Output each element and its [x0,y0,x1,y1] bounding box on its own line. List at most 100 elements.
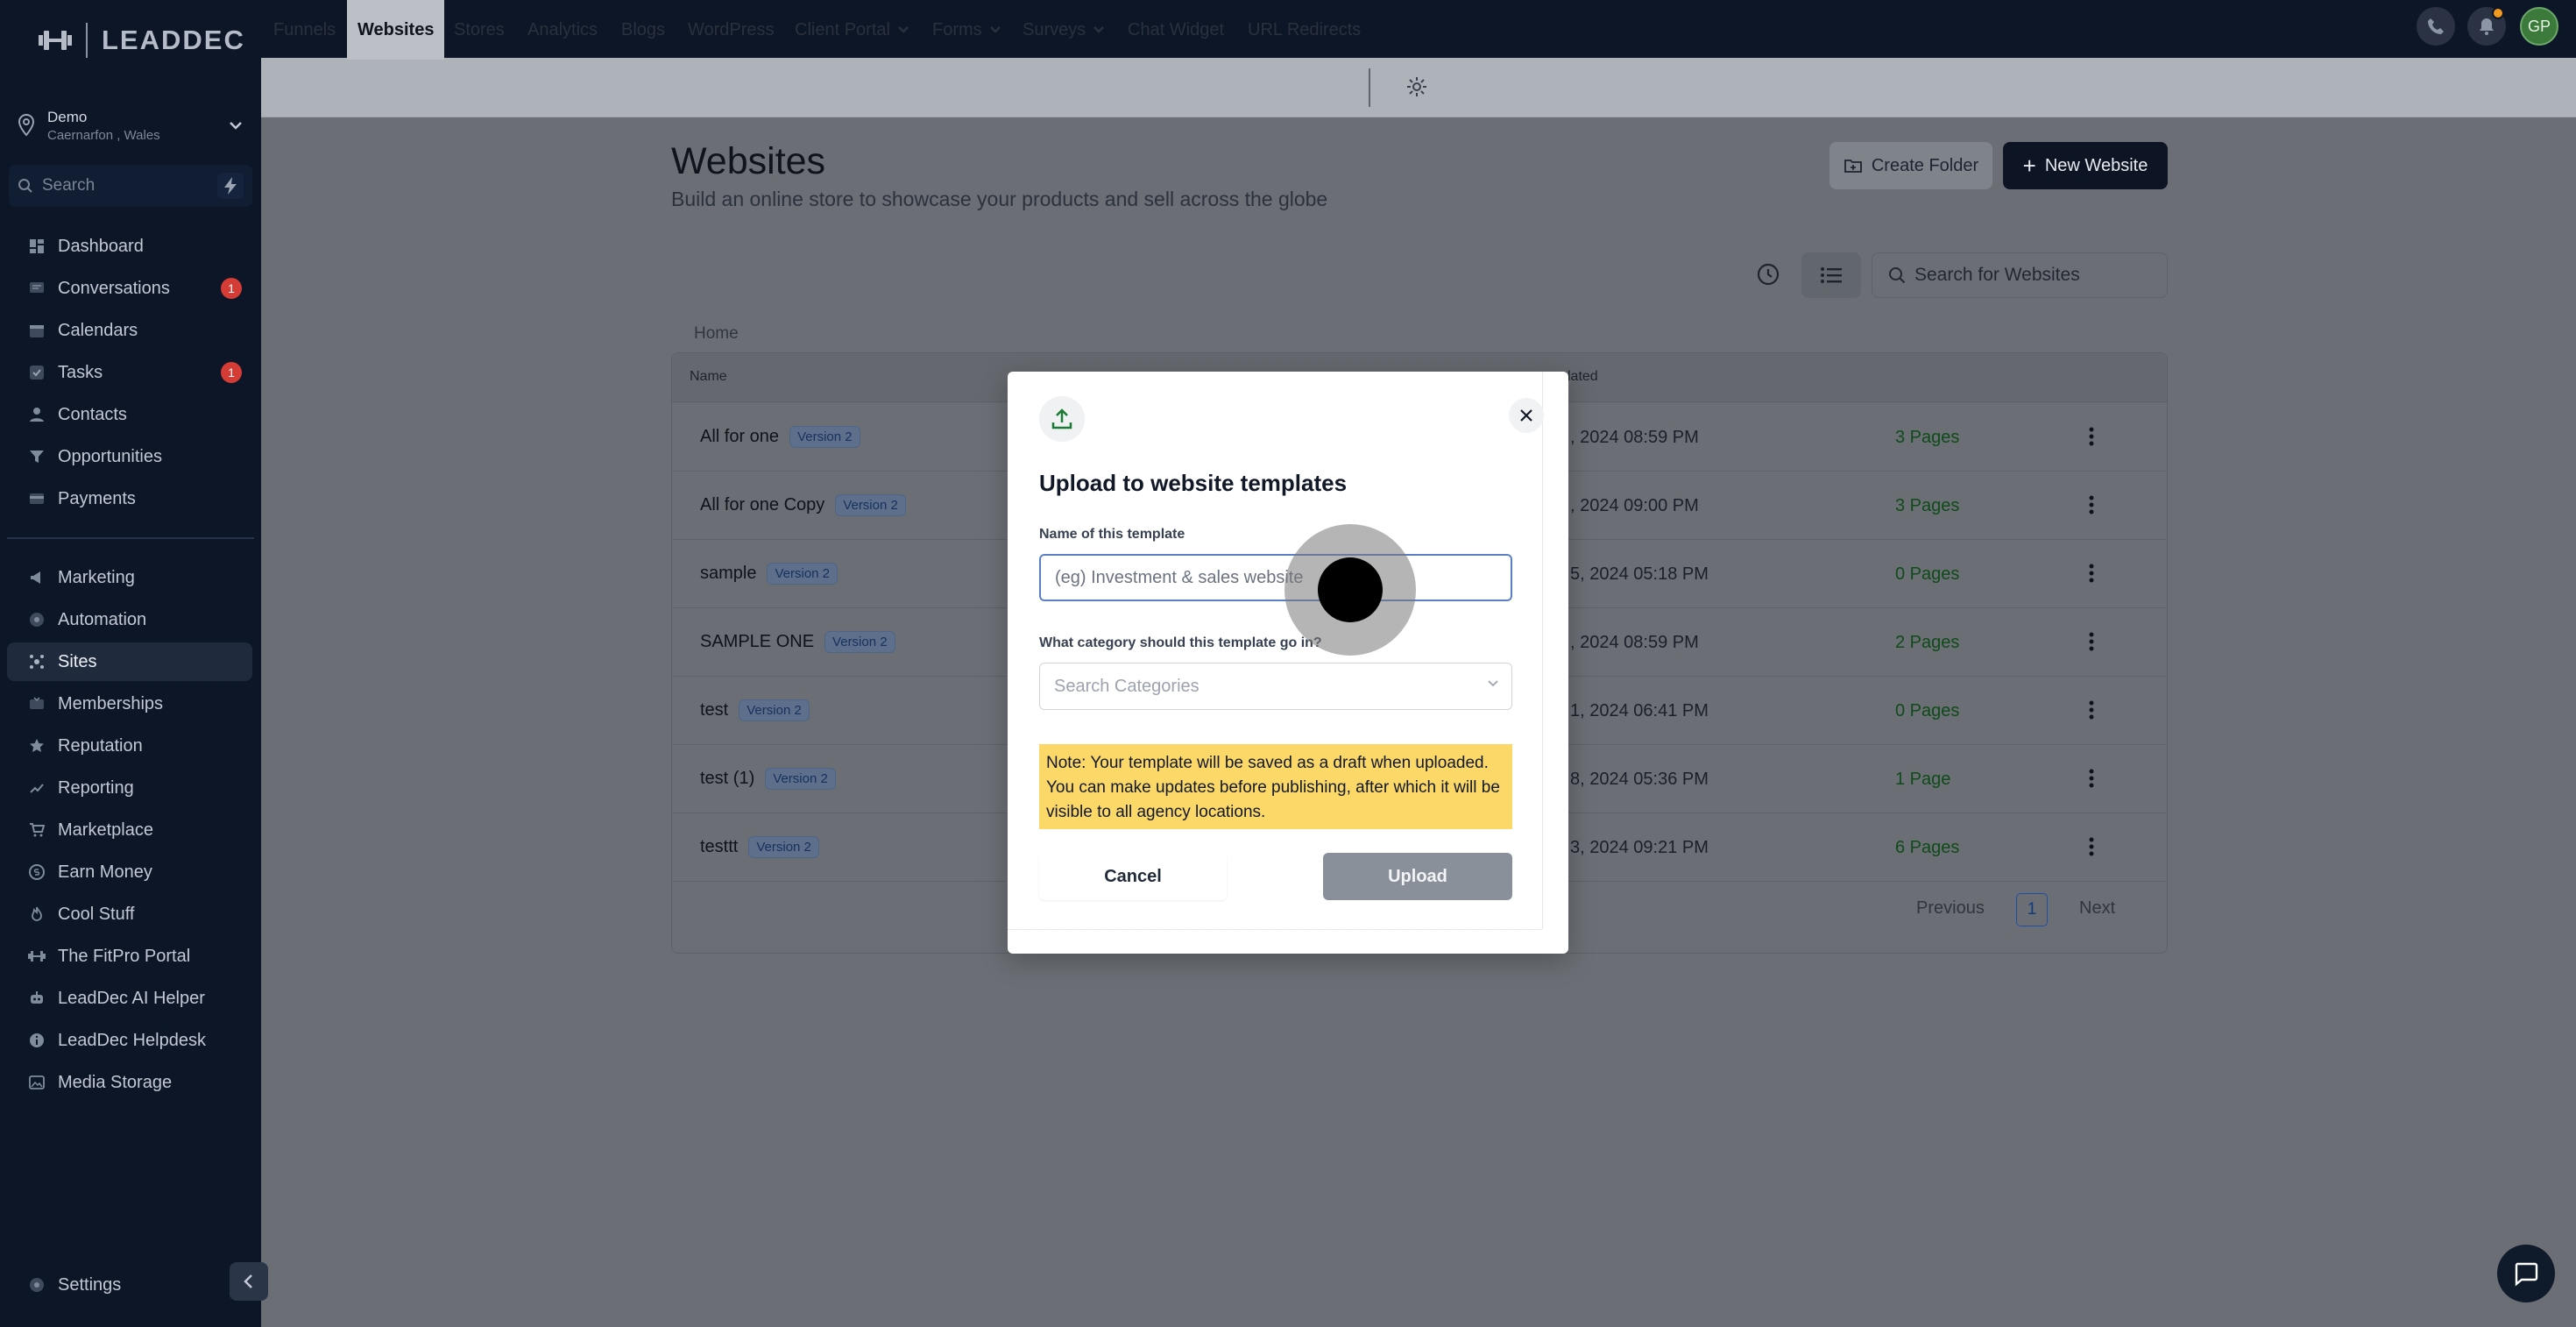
collapse-sidebar-button[interactable] [230,1262,268,1301]
list-view-button[interactable] [1801,252,1861,298]
pages-count[interactable]: 0 Pages [1895,564,1959,585]
quick-actions-button[interactable] [217,173,244,199]
pages-count[interactable]: 1 Page [1895,770,1950,790]
close-modal-button[interactable] [1509,398,1544,433]
website-name-cell[interactable]: SAMPLE ONE Version 2 [700,631,895,653]
kebab-menu-icon [2089,495,2094,514]
sidebar-search[interactable]: Search [9,165,252,207]
sidebar-item-automation[interactable]: Automation [7,600,252,639]
sidebar-item-payments[interactable]: Payments [7,479,252,518]
chat-launcher-button[interactable] [2497,1245,2555,1302]
row-actions-button[interactable] [2077,557,2105,589]
sidebar-item-label: Automation [58,609,147,629]
sidebar-item-media-storage[interactable]: Media Storage [7,1063,252,1102]
upload-button[interactable]: Upload [1323,853,1512,900]
sidebar-item-helpdesk[interactable]: LeadDec Helpdesk [7,1021,252,1060]
logo[interactable]: LEADDEC [39,23,245,58]
user-avatar[interactable]: GP [2520,7,2558,46]
sidebar-item-contacts[interactable]: Contacts [7,395,252,434]
sidebar-item-settings[interactable]: Settings [7,1266,252,1304]
tab-blogs[interactable]: Blogs [621,0,665,60]
sidebar-item-calendars[interactable]: Calendars [7,311,252,350]
sidebar-item-reporting[interactable]: Reporting [7,769,252,807]
sidebar-item-label: Tasks [58,362,103,382]
tab-surveys[interactable]: Surveys [1023,0,1105,60]
pages-count[interactable]: 3 Pages [1895,428,1959,448]
website-name-cell[interactable]: sample Version 2 [700,563,839,585]
sidebar-item-fitpro-portal[interactable]: The FitPro Portal [7,937,252,976]
row-actions-button[interactable] [2077,831,2105,862]
pages-count[interactable]: 3 Pages [1895,496,1959,516]
location-switcher[interactable]: Demo Caernarfon , Wales [16,102,244,149]
sidebar-item-ai-helper[interactable]: LeadDec AI Helper [7,979,252,1018]
sidebar-item-opportunities[interactable]: Opportunities [7,437,252,476]
kebab-menu-icon [2089,837,2094,856]
template-category-select[interactable]: Search Categories [1039,663,1512,710]
row-actions-button[interactable] [2077,421,2105,452]
create-folder-button[interactable]: Create Folder [1829,142,1992,189]
row-actions-button[interactable] [2077,694,2105,726]
subnav-settings-button[interactable] [1405,75,1428,98]
column-updated[interactable]: lated [1568,369,1598,385]
sidebar-item-sites[interactable]: Sites [7,642,252,681]
current-page-button[interactable]: 1 [2016,893,2048,926]
pages-count[interactable]: 0 Pages [1895,701,1959,721]
row-actions-button[interactable] [2077,763,2105,794]
sites-icon [28,653,46,671]
tab-funnels[interactable]: Funnels [273,0,336,60]
upload-icon [1051,408,1072,429]
chat-bubble-icon [2515,1262,2538,1287]
website-name: testtt [700,837,739,856]
row-actions-button[interactable] [2077,626,2105,657]
website-search-input[interactable]: Search for Websites [1872,252,2168,298]
sidebar-item-memberships[interactable]: Memberships [7,685,252,723]
updated-date: 3, 2024 09:21 PM [1570,838,1709,857]
sidebar-item-marketplace[interactable]: Marketplace [7,811,252,849]
folder-plus-icon [1844,160,1862,173]
sidebar-item-marketing[interactable]: Marketing [7,558,252,597]
sidebar-item-reputation[interactable]: Reputation [7,727,252,765]
chart-icon [28,779,46,797]
tab-analytics[interactable]: Analytics [527,0,598,60]
sidebar-item-tasks[interactable]: Tasks 1 [7,353,252,392]
tab-client-portal[interactable]: Client Portal [795,0,909,60]
sidebar-item-label: Cool Stuff [58,904,135,924]
breadcrumb[interactable]: Home [694,324,739,344]
website-name-cell[interactable]: testtt Version 2 [700,836,819,858]
sidebar-item-conversations[interactable]: Conversations 1 [7,269,252,308]
tab-stores[interactable]: Stores [454,0,505,60]
tab-url-redirects[interactable]: URL Redirects [1248,0,1361,60]
pages-count[interactable]: 2 Pages [1895,633,1959,653]
previous-page-button[interactable]: Previous [1916,898,1985,919]
sidebar-item-label: Media Storage [58,1072,173,1092]
website-name-cell[interactable]: test Version 2 [700,699,810,721]
recent-button[interactable] [1749,254,1787,294]
new-website-button[interactable]: + New Website [2003,142,2168,189]
tab-websites[interactable]: Websites [347,0,445,60]
cursor-indicator [1318,557,1383,622]
sidebar-item-earn-money[interactable]: Earn Money [7,853,252,891]
sidebar-item-dashboard[interactable]: Dashboard [7,227,252,266]
website-name-cell[interactable]: All for one Version 2 [700,426,860,448]
sidebar-item-label: Payments [58,488,136,508]
website-name-cell[interactable]: test (1) Version 2 [700,768,836,790]
tab-wordpress[interactable]: WordPress [688,0,775,60]
column-name[interactable]: Name [690,369,727,385]
website-search-placeholder: Search for Websites [1914,265,2080,285]
website-name-cell[interactable]: All for one Copy Version 2 [700,494,906,516]
row-actions-button[interactable] [2077,489,2105,521]
tab-label: Surveys [1023,19,1086,39]
cancel-button[interactable]: Cancel [1039,853,1227,900]
next-page-button[interactable]: Next [2079,898,2115,919]
updated-date: , 2024 09:00 PM [1570,496,1699,515]
template-name-input[interactable] [1039,554,1512,601]
new-website-label: New Website [2044,155,2148,175]
pages-count[interactable]: 6 Pages [1895,838,1959,858]
tab-chat-widget[interactable]: Chat Widget [1128,0,1224,60]
version-badge: Version 2 [739,699,810,721]
modal-title: Upload to website templates [1039,470,1348,496]
phone-button[interactable] [2417,7,2455,46]
sidebar-item-label: Sites [58,651,97,671]
tab-forms[interactable]: Forms [932,0,1001,60]
sidebar-item-cool-stuff[interactable]: Cool Stuff [7,895,252,933]
